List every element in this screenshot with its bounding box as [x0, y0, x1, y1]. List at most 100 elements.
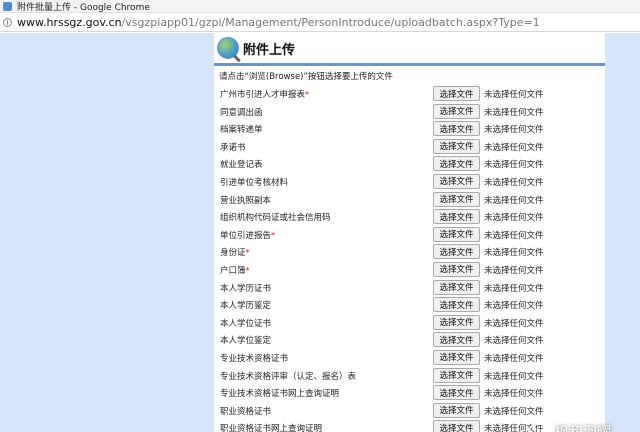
file-status: 未选择任何文件	[484, 353, 544, 364]
document-row: 单位引进报告* 选择文件 未选择任何文件	[214, 226, 605, 244]
choose-file-button[interactable]: 选择文件	[433, 367, 480, 383]
document-label: 组织机构代码证或社会信用码	[220, 211, 331, 223]
document-row: 广州市引进人才申报表* 选择文件 未选择任何文件	[214, 85, 605, 103]
required-mark: *	[271, 230, 276, 240]
document-label: 专业技术资格评审（认定、报名）表	[220, 370, 356, 382]
document-row: 档案转递单 选择文件 未选择任何文件	[214, 120, 605, 138]
document-row: 本人学历证书 选择文件 未选择任何文件	[214, 279, 605, 297]
choose-file-button[interactable]: 选择文件	[433, 191, 480, 207]
document-row: 本人学历鉴定 选择文件 未选择任何文件	[214, 296, 605, 314]
choose-file-button[interactable]: 选择文件	[433, 349, 480, 365]
choose-file-button[interactable]: 选择文件	[433, 385, 480, 401]
choose-file-button[interactable]: 选择文件	[433, 226, 480, 242]
document-label: 本人学历鉴定	[220, 299, 271, 311]
document-label: 广州市引进人才申报表*	[220, 88, 309, 100]
choose-file-button[interactable]: 选择文件	[433, 261, 480, 277]
choose-file-button[interactable]: 选择文件	[433, 121, 480, 137]
choose-file-button[interactable]: 选择文件	[433, 138, 480, 154]
document-label: 户口簿*	[220, 264, 250, 276]
page-header: 附件上传	[214, 33, 605, 63]
document-name: 本人学历鉴定	[220, 301, 272, 312]
address-bar[interactable]: www.hrssgz.gov.cn/vsgzpiapp01/gzpi/Manag…	[0, 13, 640, 32]
document-label: 职业资格证书	[220, 405, 271, 417]
url-path[interactable]: /vsgzpiapp01/gzpi/Management/PersonIntro…	[122, 16, 540, 29]
watermark-text: 枫和羽曜	[555, 422, 611, 432]
document-row: 本人学位证书 选择文件 未选择任何文件	[214, 314, 605, 332]
choose-file-button[interactable]: 选择文件	[433, 314, 480, 330]
info-icon[interactable]	[3, 17, 12, 27]
upload-panel: 附件上传 请点击“浏览(Browse)”按钮选择要上传的文件 广州市引进人才申报…	[214, 33, 605, 432]
document-name: 营业执照副本	[220, 195, 272, 206]
document-row: 职业资格证书 选择文件 未选择任何文件	[214, 402, 605, 420]
document-row: 承诺书 选择文件 未选择任何文件	[214, 138, 605, 156]
header-divider	[214, 63, 605, 66]
document-label: 档案转递单	[220, 123, 263, 135]
watermark: 枫和羽曜	[528, 422, 611, 432]
choose-file-button[interactable]: 选择文件	[433, 420, 480, 432]
file-status: 未选择任何文件	[484, 107, 544, 118]
document-list: 广州市引进人才申报表* 选择文件 未选择任何文件 同意调出函 选择文件 未选择任何文件 档案…	[214, 85, 605, 432]
choose-file-button[interactable]: 选择文件	[433, 332, 480, 348]
choose-file-button[interactable]: 选择文件	[433, 173, 480, 189]
document-name: 职业资格证书网上查询证明	[220, 424, 323, 432]
choose-file-button[interactable]: 选择文件	[433, 103, 480, 119]
document-name: 就业登记表	[220, 160, 263, 171]
document-row: 组织机构代码证或社会信用码 选择文件 未选择任何文件	[214, 208, 605, 226]
window-titlebar: 附件批量上传 - Google Chrome	[0, 0, 640, 13]
document-label: 本人学历证书	[220, 282, 271, 294]
document-name: 本人学位鉴定	[220, 336, 272, 347]
document-row: 户口簿* 选择文件 未选择任何文件	[214, 261, 605, 279]
document-label: 引进单位考核材料	[220, 176, 288, 188]
document-row: 专业技术资格证书 选择文件 未选择任何文件	[214, 349, 605, 367]
document-name: 同意调出函	[220, 107, 263, 118]
document-name: 专业技术资格证书	[220, 353, 289, 364]
file-status: 未选择任何文件	[484, 160, 544, 171]
choose-file-button[interactable]: 选择文件	[433, 279, 480, 295]
document-row: 就业登记表 选择文件 未选择任何文件	[214, 155, 605, 173]
document-row: 专业技术资格证书网上查询证明 选择文件 未选择任何文件	[214, 384, 605, 402]
document-row: 营业执照副本 选择文件 未选择任何文件	[214, 191, 605, 209]
file-status: 未选择任何文件	[484, 406, 544, 417]
document-name: 本人学历证书	[220, 283, 272, 294]
window-title: 附件批量上传 - Google Chrome	[17, 2, 150, 13]
choose-file-button[interactable]: 选择文件	[433, 244, 480, 260]
file-status: 未选择任何文件	[484, 265, 544, 276]
document-label: 营业执照副本	[220, 194, 271, 206]
document-label: 就业登记表	[220, 158, 263, 170]
document-name: 档案转递单	[220, 125, 263, 136]
file-status: 未选择任何文件	[484, 248, 544, 259]
document-label: 承诺书	[220, 141, 246, 153]
file-status: 未选择任何文件	[484, 230, 544, 241]
document-name: 引进单位考核材料	[220, 177, 289, 188]
url-host[interactable]: www.hrssgz.gov.cn	[17, 16, 122, 29]
required-mark: *	[245, 265, 250, 275]
choose-file-button[interactable]: 选择文件	[433, 209, 480, 225]
choose-file-button[interactable]: 选择文件	[433, 86, 480, 101]
document-name: 专业技术资格评审（认定、报名）表	[220, 371, 357, 382]
file-status: 未选择任何文件	[484, 177, 544, 188]
document-row: 引进单位考核材料 选择文件 未选择任何文件	[214, 173, 605, 191]
required-mark: *	[305, 90, 310, 99]
wechat-icon	[528, 423, 550, 432]
page-title: 附件上传	[243, 42, 296, 58]
file-status: 未选择任何文件	[484, 195, 544, 206]
choose-file-button[interactable]: 选择文件	[433, 297, 480, 313]
file-status: 未选择任何文件	[484, 90, 544, 100]
file-status: 未选择任何文件	[484, 371, 544, 382]
choose-file-button[interactable]: 选择文件	[433, 156, 480, 172]
document-label: 专业技术资格证书网上查询证明	[220, 387, 339, 399]
file-status: 未选择任何文件	[484, 318, 544, 329]
file-status: 未选择任何文件	[484, 283, 544, 294]
file-status: 未选择任何文件	[484, 336, 544, 347]
document-label: 身份证*	[220, 246, 250, 258]
document-row: 本人学位鉴定 选择文件 未选择任何文件	[214, 331, 605, 349]
search-globe-icon	[217, 37, 239, 59]
document-row: 同意调出函 选择文件 未选择任何文件	[214, 103, 605, 121]
file-status: 未选择任何文件	[484, 125, 544, 136]
file-status: 未选择任何文件	[484, 142, 544, 153]
document-name: 本人学位证书	[220, 318, 272, 329]
file-status: 未选择任何文件	[484, 389, 544, 400]
document-name: 广州市引进人才申报表	[220, 90, 306, 100]
browser-icon	[3, 1, 12, 11]
choose-file-button[interactable]: 选择文件	[433, 402, 480, 418]
